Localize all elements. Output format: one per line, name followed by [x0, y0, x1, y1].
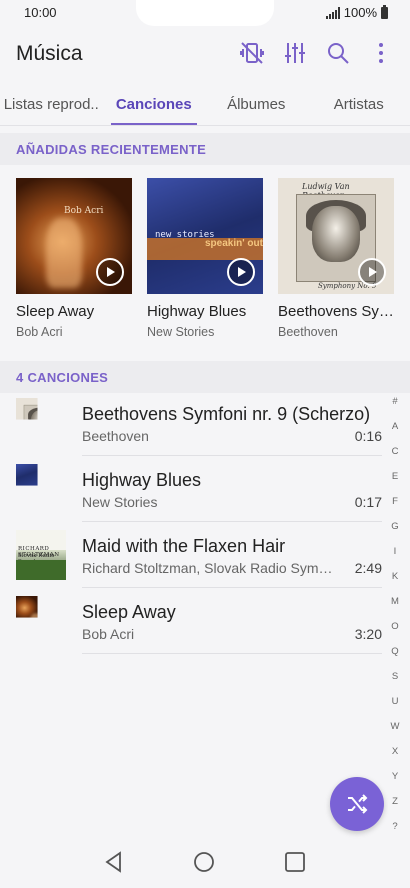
album-art-text: speakin' out	[205, 238, 263, 249]
album-art: Bob Acri	[16, 178, 132, 294]
status-time: 10:00	[24, 5, 57, 20]
song-title: Sleep Away	[82, 602, 176, 622]
alphabet-index[interactable]: # A C E F G I K M O Q S U W X Y Z ?	[388, 394, 402, 844]
song-list: Beethovens Symfoni nr. 9 (Scherzo) Beeth…	[0, 390, 410, 654]
card-title: Beethovens Symfoni nr. 9 (Scherzo)	[278, 303, 394, 320]
index-letter[interactable]: C	[392, 444, 399, 469]
play-icon	[238, 267, 246, 277]
tab-playlists[interactable]: Listas reprod..	[0, 84, 103, 125]
equalizer-icon	[285, 43, 305, 63]
album-art: new stories speakin' out	[147, 178, 263, 294]
song-row[interactable]: RICHARD STOLTZMAN Slovak Radio Symphony …	[0, 522, 410, 588]
index-letter[interactable]: I	[394, 544, 397, 569]
index-letter[interactable]: U	[392, 694, 399, 719]
card-artist: Beethoven	[278, 325, 338, 339]
song-thumbnail: RICHARD STOLTZMAN Slovak Radio Symphony	[16, 530, 66, 580]
home-icon[interactable]	[193, 851, 215, 873]
system-nav-bar	[0, 836, 410, 888]
song-row[interactable]: Beethovens Symfoni nr. 9 (Scherzo) Beeth…	[0, 390, 410, 456]
recent-card[interactable]: Bob Acri Sleep Away Bob Acri	[16, 178, 132, 339]
index-letter[interactable]: E	[392, 469, 398, 494]
song-artist: Bob Acri	[82, 626, 135, 642]
recent-card[interactable]: Ludwig Van Beethoven Symphony No. 9 Beet…	[278, 178, 394, 339]
header-actions	[239, 40, 394, 66]
index-letter[interactable]: G	[391, 519, 398, 544]
song-artist: Richard Stoltzman, Slovak Radio Symphony…	[82, 560, 340, 576]
battery-percent: 100%	[343, 5, 377, 20]
song-duration: 0:17	[354, 494, 382, 510]
recents-icon[interactable]	[284, 851, 306, 873]
status-indicators: 100%	[325, 4, 388, 20]
index-letter[interactable]: F	[392, 494, 398, 519]
recently-added-list: Bob Acri Sleep Away Bob Acri new stories…	[16, 178, 410, 339]
search-button[interactable]	[325, 40, 351, 66]
index-letter[interactable]: X	[392, 744, 398, 769]
card-artist: New Stories	[147, 325, 215, 339]
index-letter[interactable]: O	[391, 619, 398, 644]
card-artist: Bob Acri	[16, 325, 63, 339]
song-duration: 0:16	[354, 428, 382, 444]
shuffle-icon	[348, 794, 368, 814]
recently-added-header: AÑADIDAS RECIENTEMENTE	[0, 133, 410, 165]
play-button[interactable]	[227, 258, 255, 286]
song-title: Maid with the Flaxen Hair	[82, 536, 286, 556]
status-bar: 10:00 100%	[0, 0, 410, 26]
tab-bar: Listas reprod.. Canciones Álbumes Artist…	[0, 84, 410, 126]
search-icon	[328, 43, 349, 64]
album-art: Ludwig Van Beethoven Symphony No. 9	[278, 178, 394, 294]
song-duration: 2:49	[354, 560, 382, 576]
index-letter[interactable]: S	[392, 669, 398, 694]
album-art-text: Bob Acri	[64, 206, 104, 216]
card-title: Highway Blues	[147, 303, 247, 320]
song-row[interactable]: Highway Blues New Stories 0:17	[0, 456, 410, 522]
vibrate-off-button[interactable]	[239, 40, 265, 66]
divider	[82, 653, 382, 654]
song-thumbnail	[16, 596, 66, 646]
play-button[interactable]	[96, 258, 124, 286]
index-letter[interactable]: M	[391, 594, 399, 619]
equalizer-button[interactable]	[282, 40, 308, 66]
shuffle-button[interactable]	[330, 777, 384, 831]
song-title: Highway Blues	[82, 470, 202, 490]
index-letter[interactable]: K	[392, 569, 398, 594]
index-letter[interactable]: Q	[391, 644, 398, 669]
page-title: Música	[16, 42, 83, 65]
index-letter[interactable]: A	[392, 419, 398, 444]
battery-icon	[381, 4, 388, 19]
song-artist: New Stories	[82, 494, 158, 510]
more-options-button[interactable]	[368, 40, 394, 66]
tab-artists[interactable]: Artistas	[308, 84, 410, 125]
camera-notch	[136, 0, 274, 26]
play-button[interactable]	[358, 258, 386, 286]
back-icon[interactable]	[104, 851, 124, 873]
song-artist: Beethoven	[82, 428, 149, 444]
index-letter[interactable]: Z	[392, 794, 398, 819]
index-letter[interactable]: W	[391, 719, 400, 744]
song-title: Beethovens Symfoni nr. 9 (Scherzo)	[82, 404, 371, 424]
recent-card[interactable]: new stories speakin' out Highway Blues N…	[147, 178, 263, 339]
card-title: Sleep Away	[16, 303, 95, 320]
play-icon	[107, 267, 115, 277]
play-icon	[369, 267, 377, 277]
song-duration: 3:20	[354, 626, 382, 642]
index-letter[interactable]: Y	[392, 769, 398, 794]
song-thumbnail	[16, 398, 66, 448]
signal-icon	[325, 6, 340, 19]
song-thumbnail	[16, 464, 66, 514]
songs-count-header: 4 CANCIONES	[0, 361, 410, 393]
song-row[interactable]: Sleep Away Bob Acri 3:20	[0, 588, 410, 654]
index-letter[interactable]: #	[392, 394, 397, 419]
more-icon	[379, 43, 383, 63]
tab-albums[interactable]: Álbumes	[205, 84, 308, 125]
tab-songs[interactable]: Canciones	[103, 84, 206, 125]
vibrate-off-icon	[240, 42, 264, 64]
